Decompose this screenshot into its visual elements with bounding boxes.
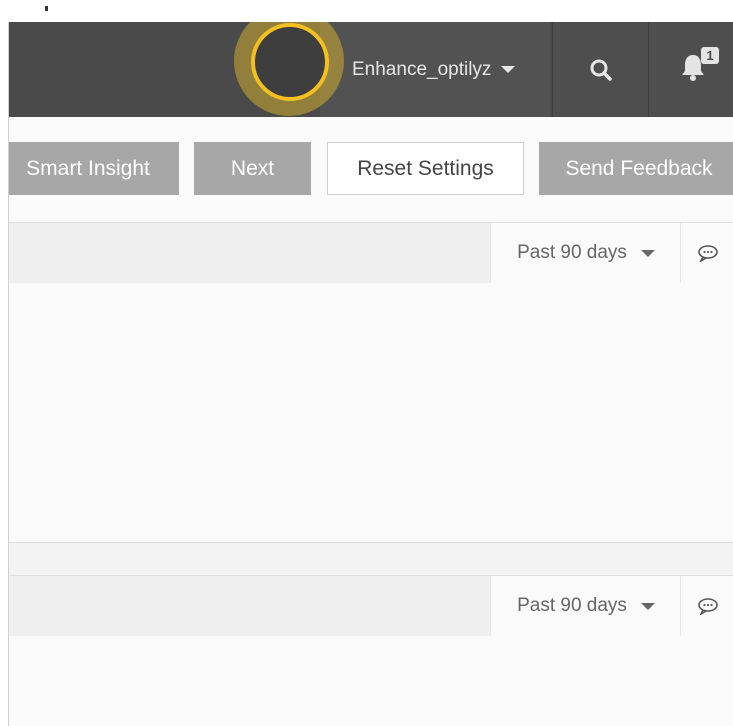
comment-button[interactable]	[680, 576, 733, 636]
comment-button[interactable]	[680, 223, 733, 283]
send-feedback-button[interactable]: Send Feedback	[539, 142, 733, 195]
date-range-dropdown[interactable]: Past 90 days	[490, 223, 681, 283]
action-toolbar: Smart Insight Next Reset Settings Send F…	[9, 117, 733, 223]
notification-count-badge: 1	[701, 47, 719, 64]
search-button[interactable]	[552, 22, 648, 117]
top-navigation-bar: Enhance_optilyz 1	[9, 22, 733, 117]
panel-body	[9, 283, 733, 542]
chevron-down-icon	[640, 249, 655, 257]
search-icon	[590, 59, 612, 81]
panel-separator	[9, 542, 733, 575]
comment-icon	[698, 598, 718, 615]
next-button[interactable]: Next	[194, 142, 311, 195]
panel-header: Past 90 days	[9, 575, 733, 637]
app-frame: Enhance_optilyz 1 Smart Insight Next Res…	[8, 22, 733, 726]
chevron-down-icon	[640, 602, 655, 610]
comment-icon	[698, 245, 718, 262]
panel-header: Past 90 days	[9, 222, 733, 284]
stray-dot	[45, 6, 48, 11]
user-menu[interactable]: Enhance_optilyz	[320, 22, 550, 117]
username-label: Enhance_optilyz	[352, 58, 492, 80]
panel-body	[9, 636, 733, 726]
date-range-label: Past 90 days	[517, 242, 627, 263]
date-range-dropdown[interactable]: Past 90 days	[490, 576, 681, 636]
notifications-button[interactable]: 1	[648, 22, 733, 117]
chevron-down-icon	[501, 66, 516, 73]
reset-settings-button[interactable]: Reset Settings	[327, 142, 524, 195]
date-range-label: Past 90 days	[517, 595, 627, 616]
click-highlight-ring	[251, 23, 329, 101]
smart-insight-button[interactable]: Smart Insight	[9, 142, 179, 195]
